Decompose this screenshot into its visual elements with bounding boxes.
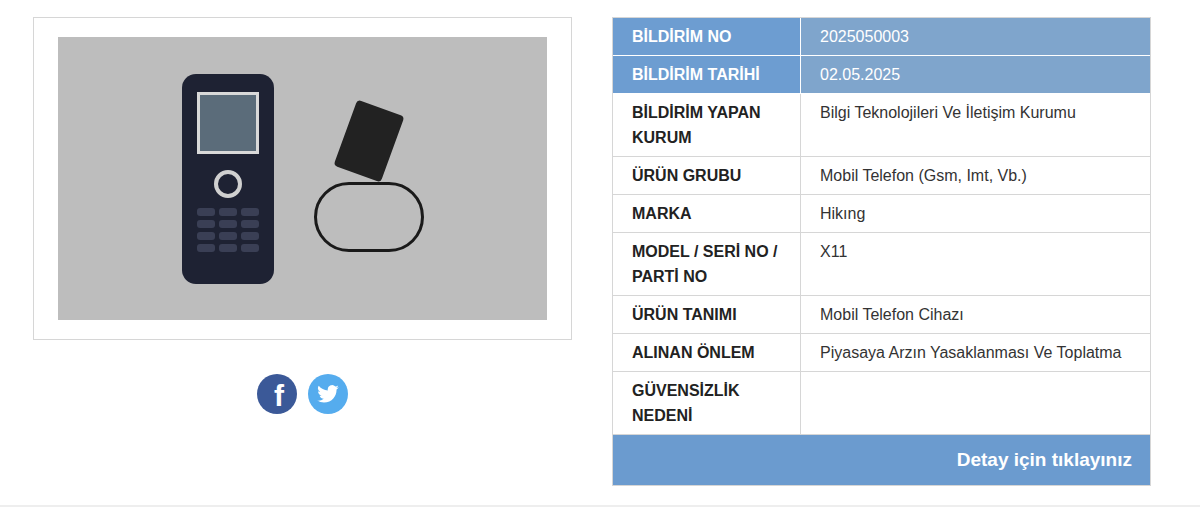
charger-plug (333, 99, 404, 182)
table-row: MODEL / SERİ NO / PARTİ NOX11 (613, 233, 1150, 296)
twitter-bird-icon (317, 385, 339, 403)
phone-key (219, 244, 237, 252)
row-value: Mobil Telefon Cihazı (801, 296, 1150, 333)
row-label: MARKA (613, 195, 801, 232)
image-column: f (33, 17, 572, 505)
table-row: BİLDİRİM NO2025050003 (613, 18, 1150, 56)
detail-button[interactable]: Detay için tıklayınız (613, 435, 1150, 485)
product-photo (58, 37, 547, 320)
share-buttons: f (257, 374, 348, 414)
table-row: MARKAHikıng (613, 195, 1150, 233)
table-row: ÜRÜN GRUBUMobil Telefon (Gsm, Imt, Vb.) (613, 157, 1150, 195)
facebook-share-button[interactable]: f (257, 374, 297, 414)
phone-key (197, 244, 215, 252)
row-value: 02.05.2025 (801, 56, 1150, 93)
phone-dpad (214, 170, 242, 198)
phone-key (219, 220, 237, 228)
table-row: ALINAN ÖNLEMPiyasaya Arzın Yasaklanması … (613, 334, 1150, 372)
row-label: ALINAN ÖNLEM (613, 334, 801, 371)
row-label: GÜVENSİZLİK NEDENİ (613, 372, 801, 434)
phone-key (241, 244, 259, 252)
table-row: BİLDİRİM TARİHİ02.05.2025 (613, 56, 1150, 94)
table-column: BİLDİRİM NO2025050003BİLDİRİM TARİHİ02.0… (612, 17, 1151, 505)
phone-key (219, 208, 237, 216)
row-value: Hikıng (801, 195, 1150, 232)
bottom-rule (0, 505, 1200, 507)
phone-key (197, 208, 215, 216)
row-label: MODEL / SERİ NO / PARTİ NO (613, 233, 801, 295)
row-value: 2025050003 (801, 18, 1150, 55)
table-row: GÜVENSİZLİK NEDENİ (613, 372, 1150, 435)
phone-key (241, 208, 259, 216)
row-value: Mobil Telefon (Gsm, Imt, Vb.) (801, 157, 1150, 194)
row-label: BİLDİRİM TARİHİ (613, 56, 801, 93)
row-label: ÜRÜN TANIMI (613, 296, 801, 333)
phone-key (219, 232, 237, 240)
product-image-card (33, 17, 572, 340)
row-value: Piyasaya Arzın Yasaklanması Ve Toplatma (801, 334, 1150, 371)
phone-key (241, 220, 259, 228)
twitter-share-button[interactable] (308, 374, 348, 414)
charger-cable (314, 182, 424, 252)
facebook-icon: f (274, 378, 284, 414)
phone-shape (182, 74, 274, 284)
phone-key (241, 232, 259, 240)
phone-key (197, 220, 215, 228)
charger-shape (314, 106, 424, 252)
row-value: X11 (801, 233, 1150, 295)
phone-screen (197, 92, 259, 154)
table-row: BİLDİRİM YAPAN KURUMBilgi Teknolojileri … (613, 94, 1150, 157)
table-row: ÜRÜN TANIMIMobil Telefon Cihazı (613, 296, 1150, 334)
phone-keys (197, 208, 259, 252)
row-label: ÜRÜN GRUBU (613, 157, 801, 194)
phone-key (197, 232, 215, 240)
row-value (801, 372, 1150, 434)
detail-button-label[interactable]: Detay için tıklayınız (957, 446, 1132, 475)
row-value: Bilgi Teknolojileri Ve İletişim Kurumu (801, 94, 1150, 156)
row-label: BİLDİRİM YAPAN KURUM (613, 94, 801, 156)
row-label: BİLDİRİM NO (613, 18, 801, 55)
notification-table: BİLDİRİM NO2025050003BİLDİRİM TARİHİ02.0… (612, 17, 1151, 486)
